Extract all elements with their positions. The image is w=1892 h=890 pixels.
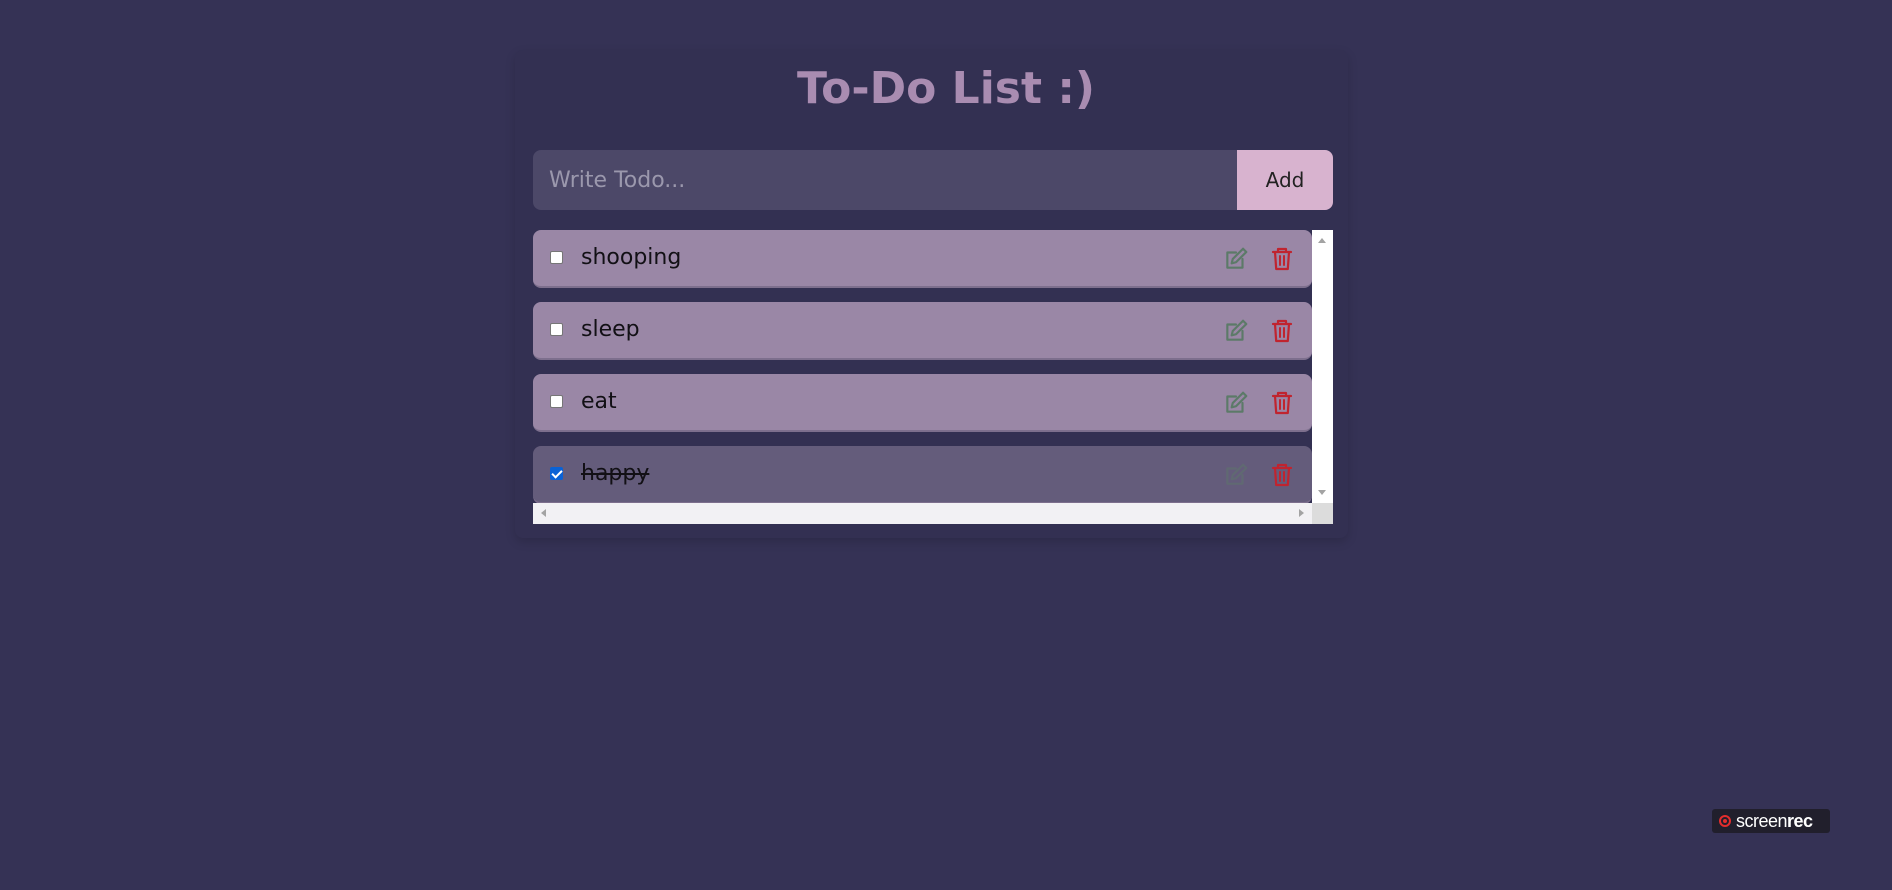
record-icon <box>1719 815 1731 827</box>
page-title: To-Do List :) <box>796 63 1096 114</box>
todo-text: eat <box>581 389 617 414</box>
scroll-up-icon[interactable] <box>1318 238 1326 243</box>
todo-item: shooping <box>533 230 1312 288</box>
add-button[interactable]: Add <box>1237 150 1333 210</box>
todo-text: shooping <box>581 245 682 270</box>
scrollbar-corner <box>1312 503 1333 524</box>
todo-item-completed: happy <box>533 446 1312 503</box>
trash-icon[interactable] <box>1270 318 1294 344</box>
todo-item: eat <box>533 374 1312 432</box>
edit-icon[interactable] <box>1223 390 1249 416</box>
todo-checkbox[interactable] <box>550 323 563 336</box>
edit-icon[interactable] <box>1223 318 1249 344</box>
vertical-scrollbar[interactable] <box>1312 230 1333 503</box>
edit-icon[interactable] <box>1223 246 1249 272</box>
todo-text: happy <box>581 461 650 486</box>
horizontal-scrollbar[interactable] <box>533 503 1312 524</box>
todo-checkbox-checked[interactable] <box>550 467 563 480</box>
todo-checkbox[interactable] <box>550 251 563 264</box>
todo-list-scroll-area[interactable]: shooping sleep eat happy <box>533 230 1333 524</box>
watermark-text: screenrec <box>1736 810 1813 831</box>
trash-icon[interactable] <box>1270 246 1294 272</box>
todo-checkbox[interactable] <box>550 395 563 408</box>
todo-text: sleep <box>581 317 640 342</box>
trash-icon[interactable] <box>1270 390 1294 416</box>
todo-input[interactable] <box>533 150 1237 210</box>
scroll-right-icon[interactable] <box>1299 509 1304 517</box>
edit-icon[interactable] <box>1223 462 1249 488</box>
todo-input-row: Add <box>533 150 1333 210</box>
trash-icon[interactable] <box>1270 462 1294 488</box>
screenrec-watermark: screenrec <box>1712 809 1830 833</box>
todo-item: sleep <box>533 302 1312 360</box>
scroll-left-icon[interactable] <box>541 509 546 517</box>
todo-list: shooping sleep eat happy <box>533 230 1312 503</box>
scroll-down-icon[interactable] <box>1318 490 1326 495</box>
